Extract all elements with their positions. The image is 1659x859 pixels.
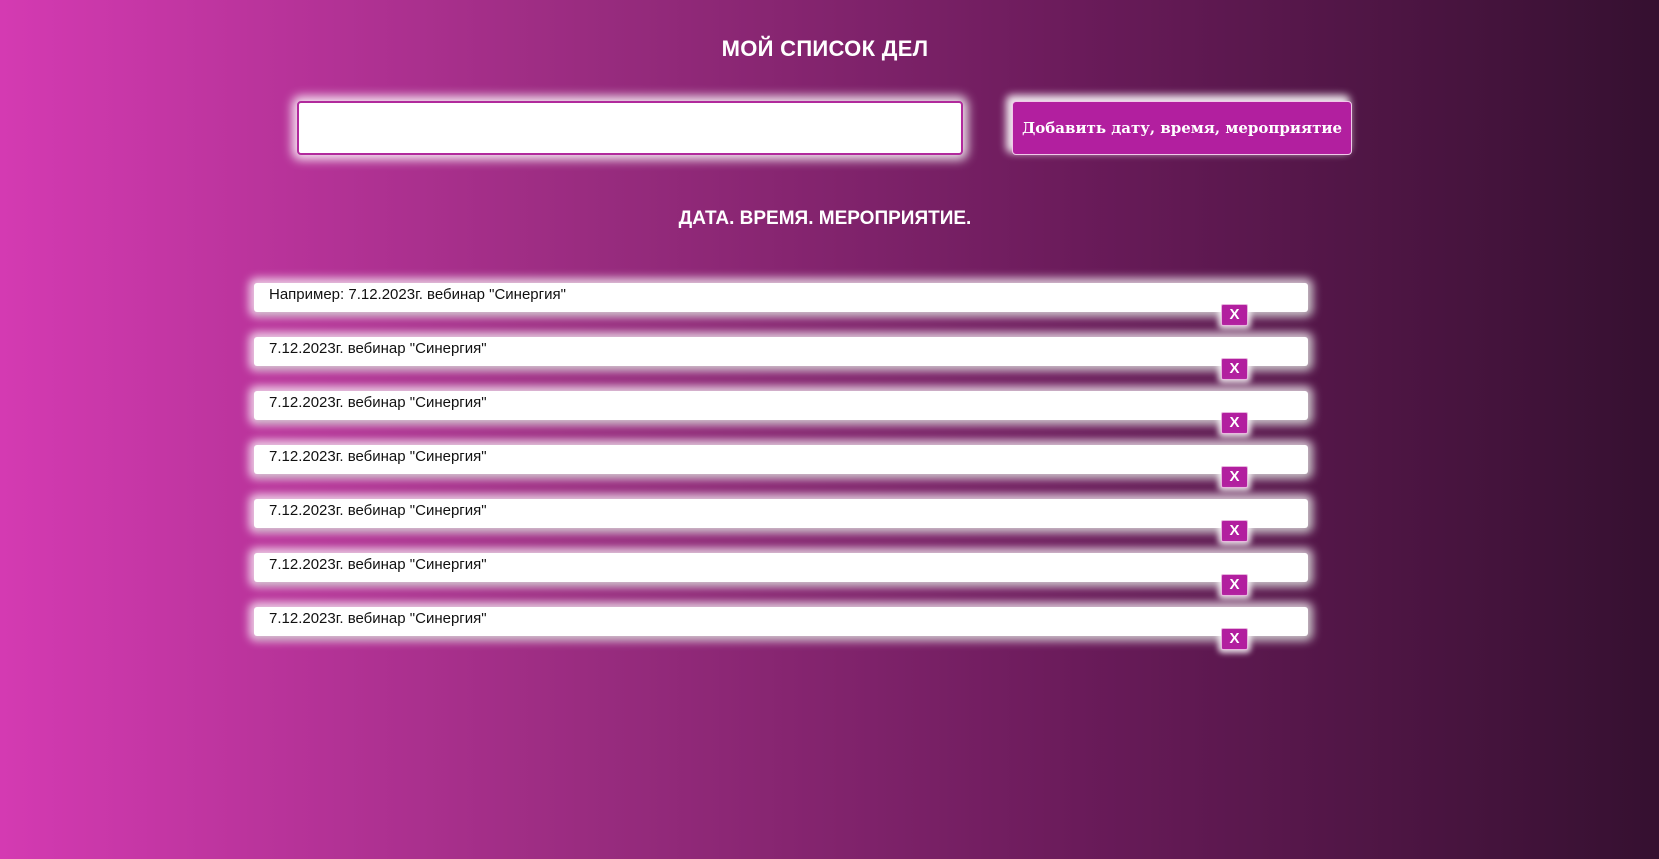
delete-task-button[interactable]: X: [1221, 466, 1248, 488]
delete-task-button[interactable]: X: [1221, 520, 1248, 542]
task-item: 7.12.2023г. вебинар "Синергия" X: [254, 553, 1308, 596]
delete-task-button[interactable]: X: [1221, 304, 1248, 326]
task-text: 7.12.2023г. вебинар "Синергия": [269, 340, 487, 357]
task-list: Например: 7.12.2023г. вебинар "Синергия"…: [254, 283, 1308, 661]
task-text: 7.12.2023г. вебинар "Синергия": [269, 610, 487, 627]
task-text: 7.12.2023г. вебинар "Синергия": [269, 394, 487, 411]
delete-task-button[interactable]: X: [1221, 574, 1248, 596]
task-item: 7.12.2023г. вебинар "Синергия" X: [254, 337, 1308, 380]
task-text: 7.12.2023г. вебинар "Синергия": [269, 448, 487, 465]
task-text: 7.12.2023г. вебинар "Синергия": [269, 502, 487, 519]
delete-task-button[interactable]: X: [1221, 412, 1248, 434]
task-text: 7.12.2023г. вебинар "Синергия": [269, 556, 487, 573]
page-title: МОЙ СПИСОК ДЕЛ: [721, 36, 929, 61]
delete-task-button[interactable]: X: [1221, 358, 1248, 380]
add-task-button[interactable]: Добавить дату, время, мероприятие: [1012, 101, 1352, 155]
task-item: Например: 7.12.2023г. вебинар "Синергия"…: [254, 283, 1308, 326]
task-item: 7.12.2023г. вебинар "Синергия" X: [254, 499, 1308, 542]
list-heading: ДАТА. ВРЕМЯ. МЕРОПРИЯТИЕ.: [678, 208, 972, 229]
task-input[interactable]: [297, 101, 963, 155]
task-item: 7.12.2023г. вебинар "Синергия" X: [254, 445, 1308, 488]
delete-task-button[interactable]: X: [1221, 628, 1248, 650]
task-text: Например: 7.12.2023г. вебинар "Синергия": [269, 286, 566, 303]
task-item: 7.12.2023г. вебинар "Синергия" X: [254, 391, 1308, 434]
task-item: 7.12.2023г. вебинар "Синергия" X: [254, 607, 1308, 650]
